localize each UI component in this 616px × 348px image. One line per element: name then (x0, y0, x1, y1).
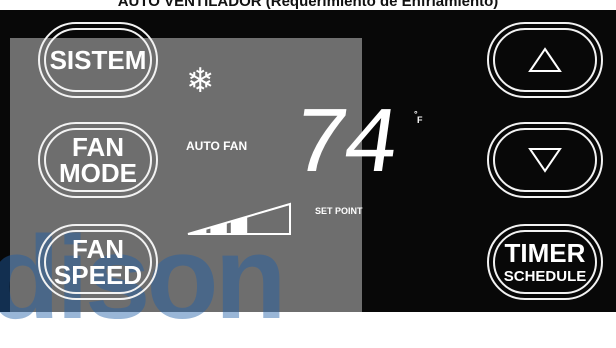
fan-mode-label-line2: MODE (59, 158, 137, 188)
system-button-label: SISTEM (49, 45, 147, 75)
fan-speed-label-line2: SPEED (53, 260, 143, 290)
down-button[interactable] (487, 122, 603, 198)
system-button[interactable]: SISTEM (38, 22, 158, 98)
setpoint-label: SET POINT (315, 206, 363, 216)
fan-speed-button[interactable]: FAN SPEED (38, 224, 158, 300)
degree-symbol: ° (414, 109, 418, 119)
fan-mode-button[interactable]: FAN MODE (38, 122, 158, 198)
fan-speed-segment (230, 216, 248, 234)
fan-speed-segment (190, 228, 207, 234)
fan-mode-label-line1: FAN (72, 132, 124, 162)
temperature-unit: ° F (414, 109, 423, 125)
page-caption: AUTO VENTILADOR (Requerimiento de Enfria… (117, 0, 499, 10)
schedule-label: SCHEDULE (503, 268, 587, 285)
triangle-down-icon (528, 147, 562, 173)
fan-speed-bar-graph (187, 202, 291, 235)
temperature-readout: 74 (284, 94, 401, 200)
timer-schedule-button[interactable]: TIMER SCHEDULE (487, 224, 603, 300)
timer-label: TIMER (504, 238, 586, 268)
snowflake-icon: ❄ (186, 62, 215, 100)
fan-speed-label-line1: FAN (72, 234, 124, 264)
up-button[interactable] (487, 22, 603, 98)
fan-status-text: AUTO FAN (186, 139, 248, 153)
triangle-up-icon (528, 47, 562, 73)
